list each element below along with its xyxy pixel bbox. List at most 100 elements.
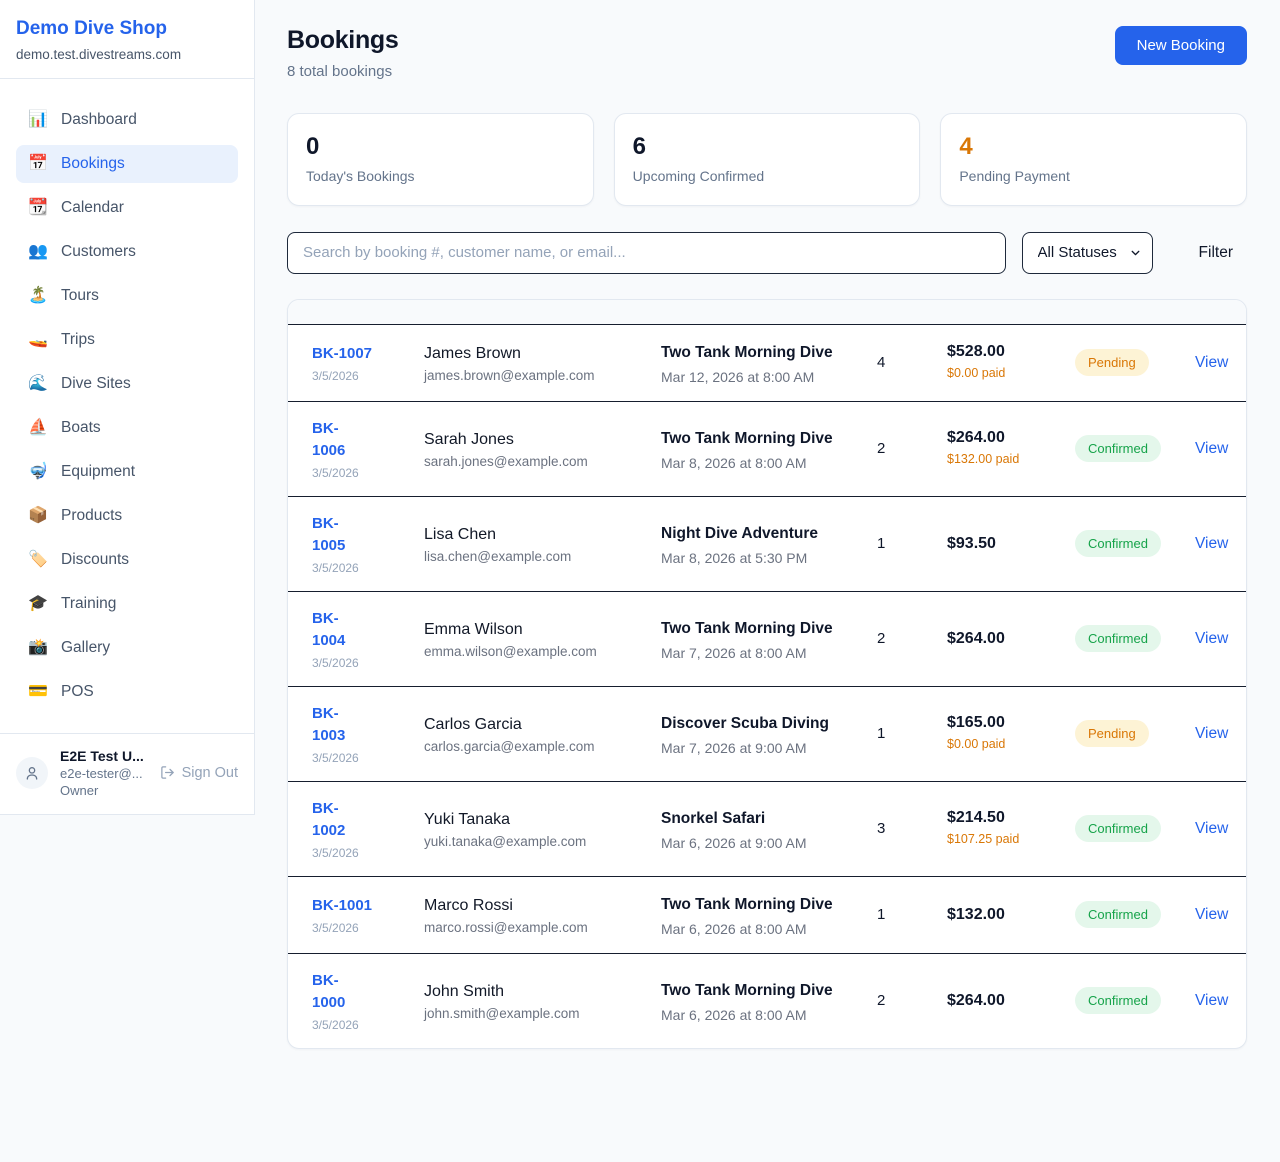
trip-datetime: Mar 7, 2026 at 8:00 AM xyxy=(661,645,877,661)
stat-card: 4 Pending Payment xyxy=(940,113,1247,206)
status-select-wrap: All Statuses xyxy=(1022,232,1153,274)
trip-cell: Snorkel Safari Mar 6, 2026 at 9:00 AM xyxy=(661,807,877,851)
view-cell: View xyxy=(1195,440,1228,458)
booking-date: 3/5/2026 xyxy=(312,1018,424,1032)
sidebar-item-tours[interactable]: 🏝️ Tours xyxy=(16,277,238,315)
customer-name: Lisa Chen xyxy=(424,523,661,546)
sidebar-nav: 📊 Dashboard 📅 Bookings 📆 Calendar 👥 Cust… xyxy=(0,79,254,733)
sidebar-item-products[interactable]: 📦 Products xyxy=(16,497,238,535)
trip-datetime: Mar 8, 2026 at 8:00 AM xyxy=(661,455,877,471)
wave-icon: 🌊 xyxy=(28,376,48,392)
sidebar-item-dashboard[interactable]: 📊 Dashboard xyxy=(16,101,238,139)
main-content: Bookings 8 total bookings New Booking 0 … xyxy=(255,0,1280,1083)
user-role: Owner xyxy=(60,783,148,798)
sidebar-item-label: POS xyxy=(61,683,94,701)
sidebar-item-label: Training xyxy=(61,595,116,613)
brand-domain: demo.test.divestreams.com xyxy=(16,47,238,62)
view-cell: View xyxy=(1195,630,1228,648)
sidebar-item-discounts[interactable]: 🏷️ Discounts xyxy=(16,541,238,579)
sidebar-item-gallery[interactable]: 📸 Gallery xyxy=(16,629,238,667)
user-email: e2e-tester@... xyxy=(60,766,148,781)
sidebar-item-customers[interactable]: 👥 Customers xyxy=(16,233,238,271)
customer-email: carlos.garcia@example.com xyxy=(424,739,661,754)
sidebar-item-bookings[interactable]: 📅 Bookings xyxy=(16,145,238,183)
filter-button[interactable]: Filter xyxy=(1185,236,1247,270)
booking-id-link[interactable]: BK-1006 xyxy=(312,418,370,463)
view-link[interactable]: View xyxy=(1195,906,1228,923)
trip-cell: Two Tank Morning Dive Mar 12, 2026 at 8:… xyxy=(661,341,877,385)
paid-amount: $107.25 paid xyxy=(947,831,1027,849)
table-row: BK‑1007 3/5/2026 James Brown james.brown… xyxy=(288,325,1246,401)
stat-card: 6 Upcoming Confirmed xyxy=(614,113,921,206)
package-icon: 📦 xyxy=(28,508,48,524)
page-header: Bookings 8 total bookings New Booking xyxy=(287,26,1247,80)
new-booking-button[interactable]: New Booking xyxy=(1115,26,1247,65)
pax-cell: 4 xyxy=(877,354,947,371)
sidebar-item-pos[interactable]: 💳 POS xyxy=(16,673,238,711)
booking-cell: BK-1005 3/5/2026 xyxy=(312,513,424,575)
status-cell: Pending xyxy=(1075,349,1195,376)
stats-row: 0 Today's Bookings 6 Upcoming Confirmed … xyxy=(287,113,1247,206)
sign-out-button[interactable]: Sign Out xyxy=(160,765,238,781)
avatar xyxy=(16,757,48,789)
graduation-cap-icon: 🎓 xyxy=(28,596,48,612)
view-link[interactable]: View xyxy=(1195,992,1228,1009)
sidebar-item-boats[interactable]: ⛵ Boats xyxy=(16,409,238,447)
stat-card: 0 Today's Bookings xyxy=(287,113,594,206)
trip-name: Two Tank Morning Dive xyxy=(661,893,833,917)
search-input[interactable] xyxy=(287,232,1006,274)
filter-controls: All Statuses Filter xyxy=(287,232,1247,274)
view-link[interactable]: View xyxy=(1195,820,1228,837)
view-cell: View xyxy=(1195,725,1228,743)
status-cell: Pending xyxy=(1075,720,1195,747)
trip-name: Two Tank Morning Dive xyxy=(661,617,833,641)
status-badge: Confirmed xyxy=(1075,815,1161,842)
trip-name: Night Dive Adventure xyxy=(661,522,833,546)
table-row: BK-1006 3/5/2026 Sarah Jones sarah.jones… xyxy=(288,401,1246,496)
customer-email: emma.wilson@example.com xyxy=(424,644,661,659)
trip-datetime: Mar 6, 2026 at 8:00 AM xyxy=(661,1007,877,1023)
booking-id-link[interactable]: BK-1004 xyxy=(312,608,370,653)
booking-id-link[interactable]: BK-1002 xyxy=(312,798,370,843)
booking-cell: BK-1006 3/5/2026 xyxy=(312,418,424,480)
customer-email: marco.rossi@example.com xyxy=(424,920,661,935)
booking-id-link[interactable]: BK-1005 xyxy=(312,513,370,558)
sidebar-item-trips[interactable]: 🚤 Trips xyxy=(16,321,238,359)
user-name: E2E Test U... xyxy=(60,748,148,764)
trip-name: Two Tank Morning Dive xyxy=(661,427,833,451)
status-select[interactable]: All Statuses xyxy=(1022,232,1153,274)
booking-date: 3/5/2026 xyxy=(312,846,424,860)
sidebar-item-calendar[interactable]: 📆 Calendar xyxy=(16,189,238,227)
trip-datetime: Mar 12, 2026 at 8:00 AM xyxy=(661,369,877,385)
user-info: E2E Test U... e2e-tester@... Owner xyxy=(60,748,148,798)
customer-email: james.brown@example.com xyxy=(424,368,661,383)
credit-card-icon: 💳 xyxy=(28,684,48,700)
pax-cell: 1 xyxy=(877,906,947,923)
sidebar-item-label: Bookings xyxy=(61,155,125,173)
booking-id-link[interactable]: BK-1000 xyxy=(312,970,370,1015)
page-subtitle: 8 total bookings xyxy=(287,63,399,80)
booking-id-link[interactable]: BK-1003 xyxy=(312,703,370,748)
sidebar-item-label: Dashboard xyxy=(61,111,137,129)
total-amount: $264.00 xyxy=(947,429,1075,447)
total-cell: $264.00 xyxy=(947,630,1075,648)
view-link[interactable]: View xyxy=(1195,354,1228,371)
view-link[interactable]: View xyxy=(1195,535,1228,552)
sidebar-item-dive-sites[interactable]: 🌊 Dive Sites xyxy=(16,365,238,403)
booking-cell: BK‑1001 3/5/2026 xyxy=(312,895,424,935)
booking-id-link[interactable]: BK‑1001 xyxy=(312,895,370,918)
booking-id-link[interactable]: BK‑1007 xyxy=(312,343,370,366)
view-link[interactable]: View xyxy=(1195,725,1228,742)
status-cell: Confirmed xyxy=(1075,815,1195,842)
sidebar-item-equipment[interactable]: 🤿 Equipment xyxy=(16,453,238,491)
view-link[interactable]: View xyxy=(1195,440,1228,457)
customer-email: sarah.jones@example.com xyxy=(424,454,661,469)
customer-cell: Sarah Jones sarah.jones@example.com xyxy=(424,428,661,469)
sidebar-item-training[interactable]: 🎓 Training xyxy=(16,585,238,623)
trip-datetime: Mar 8, 2026 at 5:30 PM xyxy=(661,550,877,566)
view-link[interactable]: View xyxy=(1195,630,1228,647)
booking-date: 3/5/2026 xyxy=(312,921,424,935)
calendar-date-icon: 📅 xyxy=(28,156,48,172)
booking-cell: BK-1002 3/5/2026 xyxy=(312,798,424,860)
booking-cell: BK-1004 3/5/2026 xyxy=(312,608,424,670)
